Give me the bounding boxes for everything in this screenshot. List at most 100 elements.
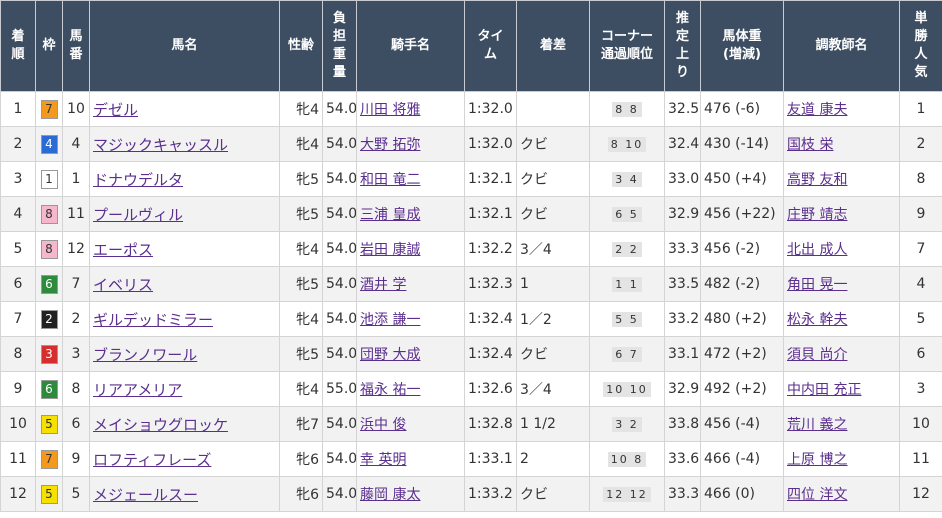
- trainer-link[interactable]: 松永 幹夫: [787, 312, 847, 328]
- sex-age-cell: 牝4: [279, 91, 323, 127]
- jockey-link[interactable]: 浜中 俊: [360, 417, 406, 433]
- horse-name-cell: エーポス: [89, 231, 280, 267]
- jockey-link[interactable]: 池添 謙一: [360, 312, 420, 328]
- horse-number-cell: 1: [62, 161, 90, 197]
- horse-name-cell: ロフティフレーズ: [89, 441, 280, 477]
- trainer-link[interactable]: 庄野 靖志: [787, 207, 847, 223]
- horse-name-link[interactable]: プールヴィル: [93, 206, 183, 224]
- horse-name-link[interactable]: デゼル: [93, 101, 138, 119]
- trainer-cell: 上原 博之: [783, 441, 900, 477]
- table-row: 10 5 6 メイショウグロッケ 牝7 54.0 浜中 俊 1:32.8 1 1/2 3 2 33.…: [0, 406, 942, 442]
- jockey-link[interactable]: 和田 竜二: [360, 172, 420, 188]
- corner-cell: 6 5: [589, 196, 665, 232]
- popularity-cell: 10: [899, 406, 942, 442]
- rank-cell: 3: [0, 161, 36, 197]
- jockey-link[interactable]: 福永 祐一: [360, 382, 420, 398]
- jockey-link[interactable]: 三浦 皇成: [360, 207, 420, 223]
- waku-badge: 6: [40, 379, 58, 399]
- trainer-link[interactable]: 国枝 栄: [787, 137, 833, 153]
- popularity-cell: 11: [899, 441, 942, 477]
- jockey-link[interactable]: 藤岡 康太: [360, 487, 420, 503]
- horse-name-cell: デゼル: [89, 91, 280, 127]
- time-cell: 1:32.3: [464, 266, 517, 302]
- trainer-link[interactable]: 中内田 充正: [787, 382, 861, 398]
- horse-name-link[interactable]: ギルデッドミラー: [93, 311, 213, 329]
- waku-badge: 7: [40, 99, 58, 119]
- horse-name-link[interactable]: エーポス: [93, 241, 153, 259]
- rank-cell: 4: [0, 196, 36, 232]
- popularity-cell: 5: [899, 301, 942, 337]
- table-row: 2 4 4 マジックキャッスル 牝4 54.0 大野 拓弥 1:32.0 クビ 8 10 32.4 4…: [0, 126, 942, 162]
- trainer-link[interactable]: 角田 晃一: [787, 277, 847, 293]
- time-header: タイム: [464, 0, 517, 92]
- body-weight-cell: 482 (-2): [700, 266, 784, 302]
- trainer-link[interactable]: 上原 博之: [787, 452, 847, 468]
- sex-age-cell: 牝6: [279, 441, 323, 477]
- horse-number-cell: 4: [62, 126, 90, 162]
- jockey-header: 騎手名: [356, 0, 465, 92]
- body-weight-cell: 456 (-2): [700, 231, 784, 267]
- weight-header: 負担重量: [322, 0, 357, 92]
- horse-name-link[interactable]: マジックキャッスル: [93, 136, 228, 154]
- jockey-cell: 川田 将雅: [356, 91, 465, 127]
- jockey-cell: 幸 英明: [356, 441, 465, 477]
- corner-cell: 6 7: [589, 336, 665, 372]
- trainer-link[interactable]: 四位 洋文: [787, 487, 847, 503]
- margin-cell: クビ: [516, 161, 590, 197]
- horse-name-cell: ギルデッドミラー: [89, 301, 280, 337]
- jockey-cell: 大野 拓弥: [356, 126, 465, 162]
- trainer-link[interactable]: 荒川 義之: [787, 417, 847, 433]
- popularity-cell: 1: [899, 91, 942, 127]
- horse-number-cell: 5: [62, 476, 90, 512]
- trainer-link[interactable]: 北出 成人: [787, 242, 847, 258]
- horse-name-link[interactable]: メイショウグロッケ: [93, 416, 228, 434]
- waku-cell: 2: [35, 301, 63, 337]
- jockey-link[interactable]: 大野 拓弥: [360, 137, 420, 153]
- corner-badge: 8 8: [612, 102, 642, 117]
- corner-cell: 8 8: [589, 91, 665, 127]
- horse-name-link[interactable]: ドナウデルタ: [93, 171, 183, 189]
- last3f-cell: 33.1: [664, 336, 701, 372]
- jockey-cell: 池添 謙一: [356, 301, 465, 337]
- trainer-link[interactable]: 須貝 尚介: [787, 347, 847, 363]
- last3f-cell: 33.3: [664, 476, 701, 512]
- jockey-link[interactable]: 酒井 学: [360, 277, 406, 293]
- race-results-table: 着順枠馬番馬名 性齢負担重量騎手名 タイム着差 コーナー 通過順位推定上り馬体重 (増減)…: [0, 0, 942, 512]
- popularity-header: 単勝人気: [899, 0, 942, 92]
- rank-cell: 11: [0, 441, 36, 477]
- jockey-link[interactable]: 岩田 康誠: [360, 242, 420, 258]
- jockey-link[interactable]: 川田 将雅: [360, 102, 420, 118]
- popularity-cell: 9: [899, 196, 942, 232]
- waku-badge: 7: [40, 449, 58, 469]
- waku-cell: 6: [35, 371, 63, 407]
- jockey-cell: 酒井 学: [356, 266, 465, 302]
- horse-name-cell: メイショウグロッケ: [89, 406, 280, 442]
- body-weight-cell: 456 (+22): [700, 196, 784, 232]
- horse-name-link[interactable]: メジェールスー: [93, 486, 198, 504]
- sex-age-header: 性齢: [279, 0, 323, 92]
- horse-name-cell: リアアメリア: [89, 371, 280, 407]
- corner-cell: 10 8: [589, 441, 665, 477]
- horse-name-link[interactable]: イベリス: [93, 276, 153, 294]
- horse-name-link[interactable]: ブランノワール: [93, 346, 197, 364]
- jockey-link[interactable]: 幸 英明: [360, 452, 406, 468]
- horse-number-cell: 3: [62, 336, 90, 372]
- trainer-cell: 須貝 尚介: [783, 336, 900, 372]
- waku-badge: 8: [40, 239, 58, 259]
- trainer-link[interactable]: 高野 友和: [787, 172, 847, 188]
- last3f-cell: 33.5: [664, 266, 701, 302]
- sex-age-cell: 牝4: [279, 126, 323, 162]
- weight-cell: 54.0: [322, 126, 357, 162]
- rank-cell: 6: [0, 266, 36, 302]
- weight-cell: 54.0: [322, 441, 357, 477]
- corner-badge: 6 7: [612, 347, 642, 362]
- horse-number-cell: 8: [62, 371, 90, 407]
- trainer-link[interactable]: 友道 康夫: [787, 102, 847, 118]
- waku-cell: 8: [35, 196, 63, 232]
- jockey-link[interactable]: 団野 大成: [360, 347, 420, 363]
- body-weight-cell: 476 (-6): [700, 91, 784, 127]
- last3f-header: 推定上り: [664, 0, 701, 92]
- horse-name-link[interactable]: ロフティフレーズ: [93, 451, 211, 469]
- body-weight-cell: 492 (+2): [700, 371, 784, 407]
- horse-name-link[interactable]: リアアメリア: [93, 381, 182, 399]
